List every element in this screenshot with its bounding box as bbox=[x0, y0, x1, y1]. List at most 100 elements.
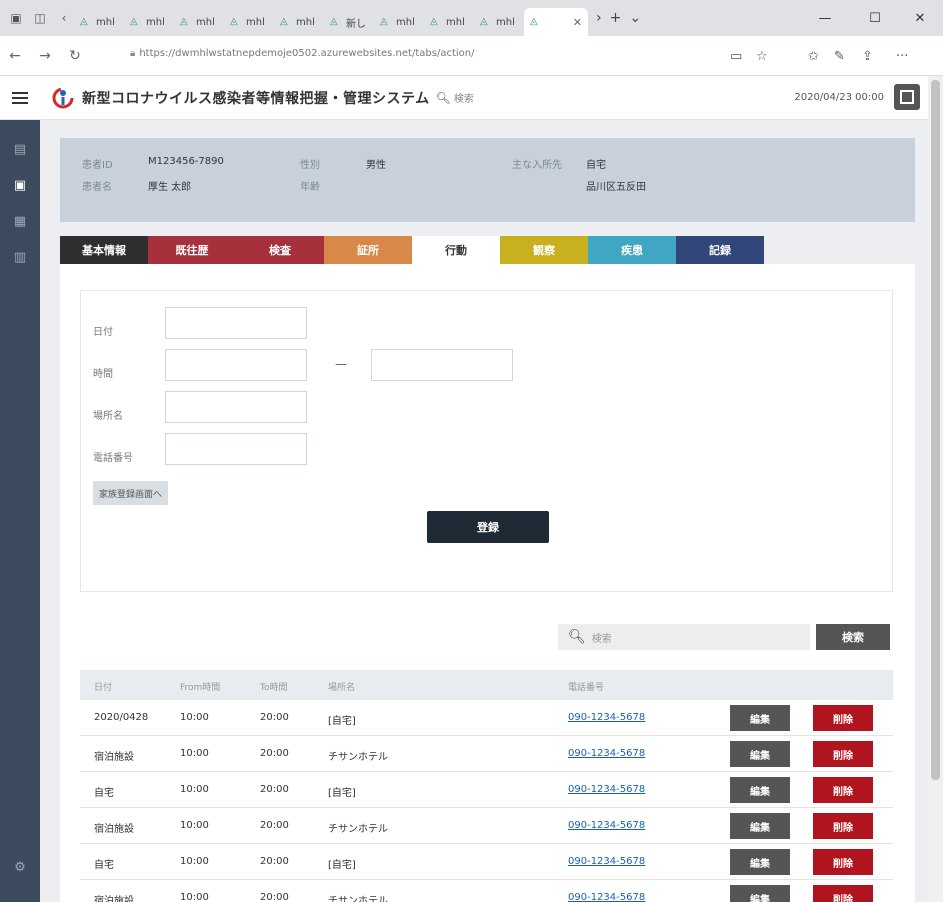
delete-button[interactable]: 削除 bbox=[813, 741, 873, 767]
tab-favicon-icon: ◬ bbox=[380, 16, 388, 27]
sidebar-list-icon[interactable]: ▥ bbox=[12, 250, 28, 266]
workspaces-icon[interactable]: ▣ bbox=[8, 10, 24, 26]
tab-favicon-icon: ◬ bbox=[530, 16, 538, 27]
url-field[interactable]: 🔒︎ https://dwmhlwstatnepdemoje0502.azurew… bbox=[130, 48, 474, 59]
browser-tab[interactable]: ◬ ✕ bbox=[524, 8, 588, 36]
cell-phone-link[interactable]: 090-1234-5678 bbox=[568, 712, 645, 723]
time-from-input[interactable] bbox=[165, 349, 307, 381]
tab-6[interactable]: 観察 bbox=[500, 236, 588, 264]
cell-place: [自宅] bbox=[328, 860, 356, 871]
browser-tab-label: mhl bbox=[446, 16, 465, 28]
search-button[interactable]: 検索 bbox=[816, 624, 890, 650]
favorites-icon[interactable]: ✩ bbox=[808, 36, 819, 76]
browser-tab[interactable]: ◬ mhl bbox=[74, 8, 122, 36]
browser-tab[interactable]: ◬ mhl bbox=[474, 8, 522, 36]
cell-to: 20:00 bbox=[260, 856, 289, 867]
edit-button[interactable]: 編集 bbox=[730, 813, 790, 839]
browser-tab[interactable]: ◬ mhl bbox=[224, 8, 272, 36]
cell-phone-link[interactable]: 090-1234-5678 bbox=[568, 820, 645, 831]
browser-tab[interactable]: ◬ mhl bbox=[124, 8, 172, 36]
more-icon[interactable]: ··· bbox=[896, 36, 908, 76]
tab-1[interactable]: 基本情報 bbox=[60, 236, 148, 264]
delete-button[interactable]: 削除 bbox=[813, 777, 873, 803]
browser-tab[interactable]: ◬ mhl bbox=[174, 8, 222, 36]
cell-phone-link[interactable]: 090-1234-5678 bbox=[568, 856, 645, 867]
sidebar-settings-icon[interactable]: ⚙ bbox=[12, 860, 28, 876]
time-to-input[interactable] bbox=[371, 349, 513, 381]
tab-5[interactable]: 行動 bbox=[412, 236, 500, 264]
browser-tab[interactable]: ◬ mhl bbox=[374, 8, 422, 36]
pen-icon[interactable]: ✎ bbox=[834, 36, 845, 76]
place-input[interactable] bbox=[165, 391, 307, 423]
cell-from: 10:00 bbox=[180, 748, 209, 759]
tab-7[interactable]: 疾患 bbox=[588, 236, 676, 264]
cell-from: 10:00 bbox=[180, 712, 209, 723]
search-icon: 🔍︎ bbox=[435, 90, 451, 105]
cell-from: 10:00 bbox=[180, 892, 209, 902]
browser-tab-bar: ▣ ◫ ‹ ◬ mhl ◬ mhl ◬ mhl ◬ mhl ◬ mhl ◬ 新し ◬ mhl ◬ mhl ◬ mh… bbox=[0, 0, 943, 36]
cell-from: 10:00 bbox=[180, 856, 209, 867]
column-header-phone: 電話番号 bbox=[568, 683, 605, 693]
close-window-icon[interactable]: ✕ bbox=[897, 0, 943, 36]
minimize-icon[interactable]: — bbox=[802, 0, 848, 36]
browser-tab[interactable]: ◬ mhl bbox=[274, 8, 322, 36]
tab-4[interactable]: 証所 bbox=[324, 236, 412, 264]
edit-button[interactable]: 編集 bbox=[730, 705, 790, 731]
delete-button[interactable]: 削除 bbox=[813, 885, 873, 902]
delete-button[interactable]: 削除 bbox=[813, 849, 873, 875]
table-row: 宿泊施設 10:00 20:00 チサンホテル 090-1234-5678 編集 削除 bbox=[80, 808, 893, 844]
browser-tab-label: mhl bbox=[196, 16, 215, 28]
phone-input[interactable] bbox=[165, 433, 307, 465]
menu-icon[interactable] bbox=[12, 91, 28, 104]
browser-tab[interactable]: ◬ mhl bbox=[424, 8, 472, 36]
sidebar-calendar-icon[interactable]: ▦ bbox=[12, 214, 28, 230]
new-tab-icon[interactable]: + bbox=[610, 10, 622, 26]
cell-phone-link[interactable]: 090-1234-5678 bbox=[568, 784, 645, 795]
header-search[interactable]: 🔍︎ 検索 bbox=[435, 90, 474, 106]
scroll-tabs-left-icon[interactable]: ‹ bbox=[56, 10, 72, 26]
summary-value: 厚生 太郎 bbox=[148, 182, 192, 193]
family-registration-button[interactable]: 家族登録画面へ bbox=[93, 481, 169, 505]
sidebar-patient-icon[interactable]: ▣ bbox=[12, 178, 28, 194]
browser-tab-label: mhl bbox=[146, 16, 165, 28]
tab-list-chevron-icon[interactable]: ⌄ bbox=[629, 10, 641, 26]
edit-button[interactable]: 編集 bbox=[730, 849, 790, 875]
scrollbar-thumb[interactable] bbox=[931, 80, 940, 780]
cell-phone-link[interactable]: 090-1234-5678 bbox=[568, 892, 645, 902]
cell-phone-link[interactable]: 090-1234-5678 bbox=[568, 748, 645, 759]
table-row: 2020/0428 10:00 20:00 [自宅] 090-1234-5678 編集 削除 bbox=[80, 700, 893, 736]
browser-tab[interactable]: ◬ 新し bbox=[324, 8, 372, 36]
delete-button[interactable]: 削除 bbox=[813, 813, 873, 839]
tab-8[interactable]: 記録 bbox=[676, 236, 764, 264]
column-header-from: From時間 bbox=[180, 683, 221, 693]
table-body: 2020/0428 10:00 20:00 [自宅] 090-1234-5678 編集 削除… bbox=[80, 700, 893, 902]
user-avatar-icon[interactable] bbox=[894, 84, 920, 110]
header-datetime: 2020/04/23 00:00 bbox=[794, 92, 884, 103]
edit-button[interactable]: 編集 bbox=[730, 777, 790, 803]
close-tab-icon[interactable]: ✕ bbox=[573, 16, 582, 29]
reading-view-icon[interactable]: ▭ bbox=[730, 36, 742, 76]
refresh-icon[interactable]: ↻ bbox=[60, 48, 90, 64]
cell-date: 2020/0428 bbox=[94, 712, 149, 723]
maximize-icon[interactable]: ☐ bbox=[852, 0, 898, 36]
tab-3[interactable]: 検査 bbox=[236, 236, 324, 264]
share-icon[interactable]: ⇪ bbox=[862, 36, 873, 76]
date-input[interactable] bbox=[165, 307, 307, 339]
back-icon[interactable]: ← bbox=[0, 48, 30, 64]
edit-button[interactable]: 編集 bbox=[730, 741, 790, 767]
table-search-input[interactable]: 🔍︎ 検索 bbox=[558, 624, 810, 650]
sidebar-dashboard-icon[interactable]: ▤ bbox=[12, 142, 28, 158]
tab-actions-icon[interactable]: ◫ bbox=[32, 10, 48, 26]
favorite-star-icon[interactable]: ☆ bbox=[756, 36, 768, 76]
place-label: 場所名 bbox=[93, 411, 123, 422]
forward-icon[interactable]: → bbox=[30, 48, 60, 64]
tab-2[interactable]: 既往歴 bbox=[148, 236, 236, 264]
edit-button[interactable]: 編集 bbox=[730, 885, 790, 902]
register-button[interactable]: 登録 bbox=[427, 511, 549, 543]
scroll-tabs-right-icon[interactable]: › bbox=[596, 10, 602, 26]
summary-label: 性別 bbox=[300, 160, 320, 171]
delete-button[interactable]: 削除 bbox=[813, 705, 873, 731]
header-search-placeholder: 検索 bbox=[453, 94, 474, 105]
page-scrollbar[interactable] bbox=[928, 76, 943, 902]
browser-tab-label: mhl bbox=[296, 16, 315, 28]
